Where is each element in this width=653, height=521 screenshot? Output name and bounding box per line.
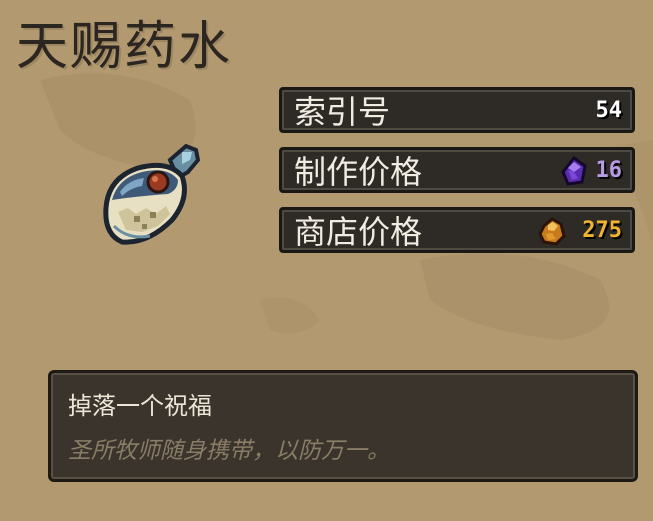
stat-value-index: 54 bbox=[595, 98, 623, 123]
stat-label-crafting-price: 制作价格 bbox=[294, 153, 423, 191]
gold-nugget-icon bbox=[538, 217, 566, 246]
stat-label-index: 索引号 bbox=[294, 93, 391, 131]
flavor-text: 圣所牧师随身携带，以防万一。 bbox=[68, 438, 390, 464]
stat-row-index: 索引号 54 bbox=[279, 87, 635, 133]
effect-text: 掉落一个祝福 bbox=[68, 392, 212, 420]
stat-label-shop-price: 商店价格 bbox=[294, 213, 423, 251]
description-panel: 掉落一个祝福 圣所牧师随身携带，以防万一。 bbox=[48, 370, 638, 482]
purple-gem-icon bbox=[561, 156, 587, 186]
item-title: 天赐药水 bbox=[16, 17, 233, 77]
stat-value-crafting-price: 16 bbox=[595, 158, 623, 183]
stat-row-shop-price: 商店价格 275 bbox=[279, 207, 635, 253]
stat-value-shop-price: 275 bbox=[582, 218, 622, 243]
potion-icon bbox=[103, 143, 201, 245]
stat-row-crafting-price: 制作价格 16 bbox=[279, 147, 635, 193]
